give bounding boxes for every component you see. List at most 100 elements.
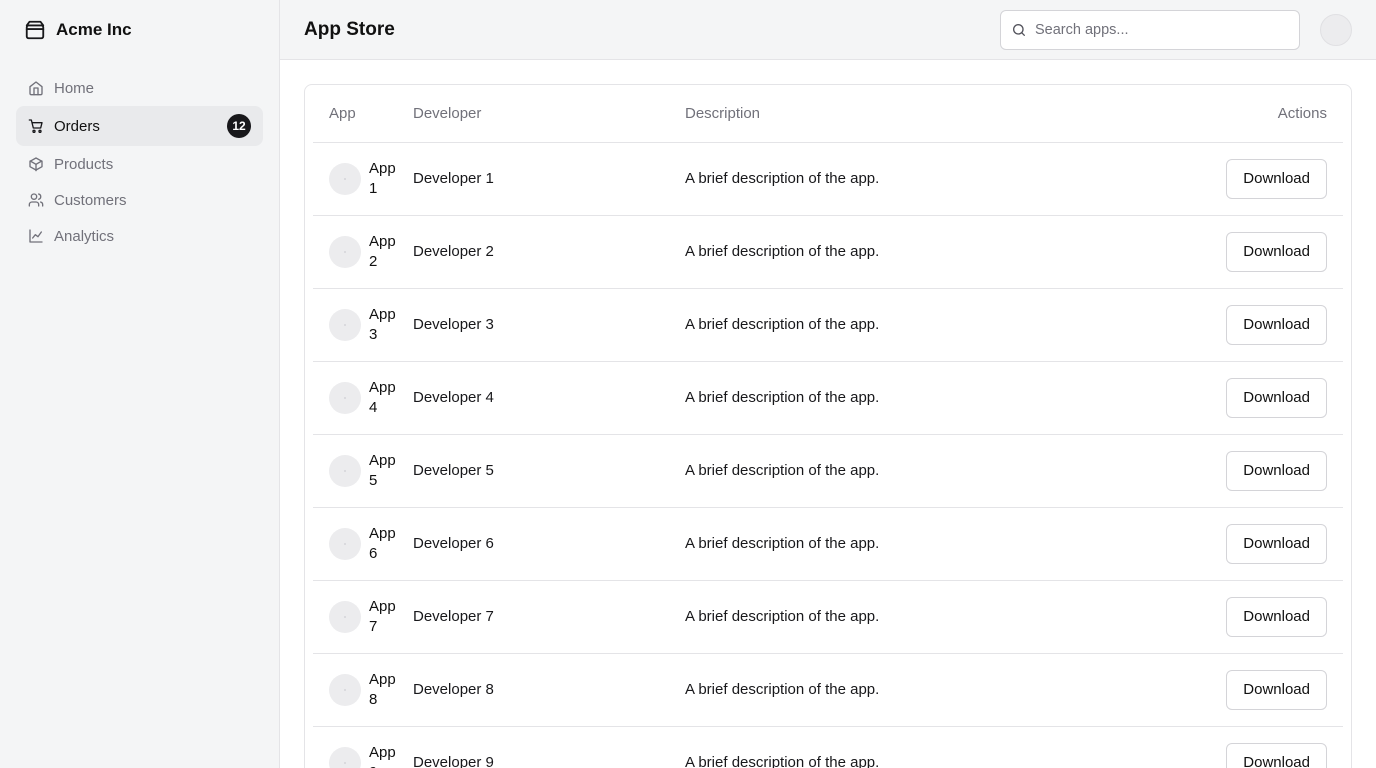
search-box[interactable] bbox=[1000, 9, 1300, 50]
sidebar-item-orders[interactable]: Orders 12 bbox=[16, 106, 263, 146]
main-area: App Store App Developer Description Acti… bbox=[280, 0, 1376, 768]
developer-cell: Developer 9 bbox=[413, 726, 685, 768]
sidebar-item-label: Customers bbox=[54, 191, 127, 209]
app-icon bbox=[329, 746, 361, 768]
download-button[interactable]: Download bbox=[1226, 596, 1327, 637]
sidebar-item-products[interactable]: Products bbox=[16, 146, 263, 182]
column-header-app: App bbox=[313, 85, 413, 143]
app-icon bbox=[329, 162, 361, 195]
app-icon bbox=[329, 527, 361, 560]
description-cell: A brief description of the app. bbox=[685, 653, 1097, 727]
app-name: App 1 bbox=[369, 159, 396, 197]
developer-cell: Developer 8 bbox=[413, 653, 685, 727]
app-info[interactable]: App 5 bbox=[329, 451, 413, 491]
download-button[interactable]: Download bbox=[1226, 742, 1327, 768]
box-icon bbox=[28, 156, 44, 172]
table-row: App 1 Developer 1A brief description of t… bbox=[313, 142, 1343, 216]
actions-cell: Download bbox=[1096, 142, 1343, 216]
developer-cell: Developer 1 bbox=[413, 142, 685, 216]
sidebar-item-label: Products bbox=[54, 155, 114, 173]
app-name: App 5 bbox=[369, 451, 396, 489]
actions-cell: Download bbox=[1096, 653, 1343, 727]
developer-cell: Developer 2 bbox=[413, 215, 685, 289]
download-button[interactable]: Download bbox=[1226, 231, 1327, 272]
download-button[interactable]: Download bbox=[1226, 158, 1327, 199]
table-row: App 5 Developer 5A brief description of t… bbox=[313, 434, 1343, 508]
app-info[interactable]: App 7 bbox=[329, 597, 413, 637]
developer-cell: Developer 3 bbox=[413, 288, 685, 362]
column-header-description: Description bbox=[685, 85, 1097, 143]
table-row: App 8 Developer 8A brief description of t… bbox=[313, 653, 1343, 727]
column-header-developer: Developer bbox=[413, 85, 685, 143]
brand-name: Acme Inc bbox=[56, 20, 132, 39]
column-header-actions: Actions bbox=[1096, 85, 1343, 143]
cart-icon bbox=[28, 118, 44, 134]
app-name: App 3 bbox=[369, 305, 396, 343]
app-icon bbox=[329, 454, 361, 487]
app-name: App 7 bbox=[369, 597, 396, 635]
app-cell: App 6 bbox=[313, 507, 413, 581]
table-row: App 6 Developer 6A brief description of t… bbox=[313, 507, 1343, 581]
sidebar-item-analytics[interactable]: Analytics bbox=[16, 218, 263, 254]
package-icon bbox=[24, 19, 46, 41]
developer-cell: Developer 4 bbox=[413, 361, 685, 435]
description-cell: A brief description of the app. bbox=[685, 726, 1097, 768]
app-info[interactable]: App 3 bbox=[329, 305, 413, 345]
sidebar-nav: Home Orders 12 Products Customers Analyt… bbox=[0, 60, 279, 264]
description-cell: A brief description of the app. bbox=[685, 580, 1097, 654]
app-info[interactable]: App 6 bbox=[329, 524, 413, 564]
brand[interactable]: Acme Inc bbox=[0, 0, 279, 60]
app-info[interactable]: App 1 bbox=[329, 159, 413, 199]
apps-table-card: App Developer Description Actions App 1 D… bbox=[304, 84, 1352, 768]
home-icon bbox=[28, 80, 44, 96]
page-title: App Store bbox=[304, 18, 395, 40]
app-info[interactable]: App 4 bbox=[329, 378, 413, 418]
app-cell: App 1 bbox=[313, 142, 413, 216]
app-info[interactable]: App 9 bbox=[329, 743, 413, 768]
table-row: App 3 Developer 3A brief description of t… bbox=[313, 288, 1343, 362]
users-icon bbox=[28, 192, 44, 208]
sidebar-item-label: Home bbox=[54, 79, 95, 97]
apps-table: App Developer Description Actions App 1 D… bbox=[313, 85, 1343, 768]
actions-cell: Download bbox=[1096, 361, 1343, 435]
app-cell: App 3 bbox=[313, 288, 413, 362]
line-chart-icon bbox=[28, 228, 44, 244]
table-header-row: App Developer Description Actions bbox=[313, 85, 1343, 143]
app-info[interactable]: App 8 bbox=[329, 670, 413, 710]
content: App Developer Description Actions App 1 D… bbox=[280, 60, 1376, 768]
download-button[interactable]: Download bbox=[1226, 304, 1327, 345]
actions-cell: Download bbox=[1096, 507, 1343, 581]
actions-cell: Download bbox=[1096, 215, 1343, 289]
orders-count-badge: 12 bbox=[227, 114, 251, 138]
app-info[interactable]: App 2 bbox=[329, 232, 413, 272]
download-button[interactable]: Download bbox=[1226, 669, 1327, 710]
table-row: App 7 Developer 7A brief description of t… bbox=[313, 580, 1343, 654]
app-name: App 6 bbox=[369, 524, 396, 562]
app-cell: App 2 bbox=[313, 215, 413, 289]
app-name: App 9 bbox=[369, 743, 396, 768]
download-button[interactable]: Download bbox=[1226, 523, 1327, 564]
description-cell: A brief description of the app. bbox=[685, 142, 1097, 216]
actions-cell: Download bbox=[1096, 580, 1343, 654]
download-button[interactable]: Download bbox=[1226, 377, 1327, 418]
app-icon bbox=[329, 673, 361, 706]
user-avatar[interactable] bbox=[1320, 13, 1352, 46]
actions-cell: Download bbox=[1096, 288, 1343, 362]
description-cell: A brief description of the app. bbox=[685, 361, 1097, 435]
search-input[interactable] bbox=[1035, 21, 1289, 38]
sidebar-item-customers[interactable]: Customers bbox=[16, 182, 263, 218]
app-name: App 8 bbox=[369, 670, 396, 708]
top-bar: App Store bbox=[280, 0, 1376, 60]
sidebar-item-home[interactable]: Home bbox=[16, 70, 263, 106]
actions-cell: Download bbox=[1096, 434, 1343, 508]
developer-cell: Developer 5 bbox=[413, 434, 685, 508]
developer-cell: Developer 6 bbox=[413, 507, 685, 581]
developer-cell: Developer 7 bbox=[413, 580, 685, 654]
app-icon bbox=[329, 381, 361, 414]
sidebar-item-label: Orders bbox=[54, 117, 100, 135]
table-row: App 2 Developer 2A brief description of t… bbox=[313, 215, 1343, 289]
download-button[interactable]: Download bbox=[1226, 450, 1327, 491]
app-cell: App 5 bbox=[313, 434, 413, 508]
description-cell: A brief description of the app. bbox=[685, 215, 1097, 289]
description-cell: A brief description of the app. bbox=[685, 434, 1097, 508]
